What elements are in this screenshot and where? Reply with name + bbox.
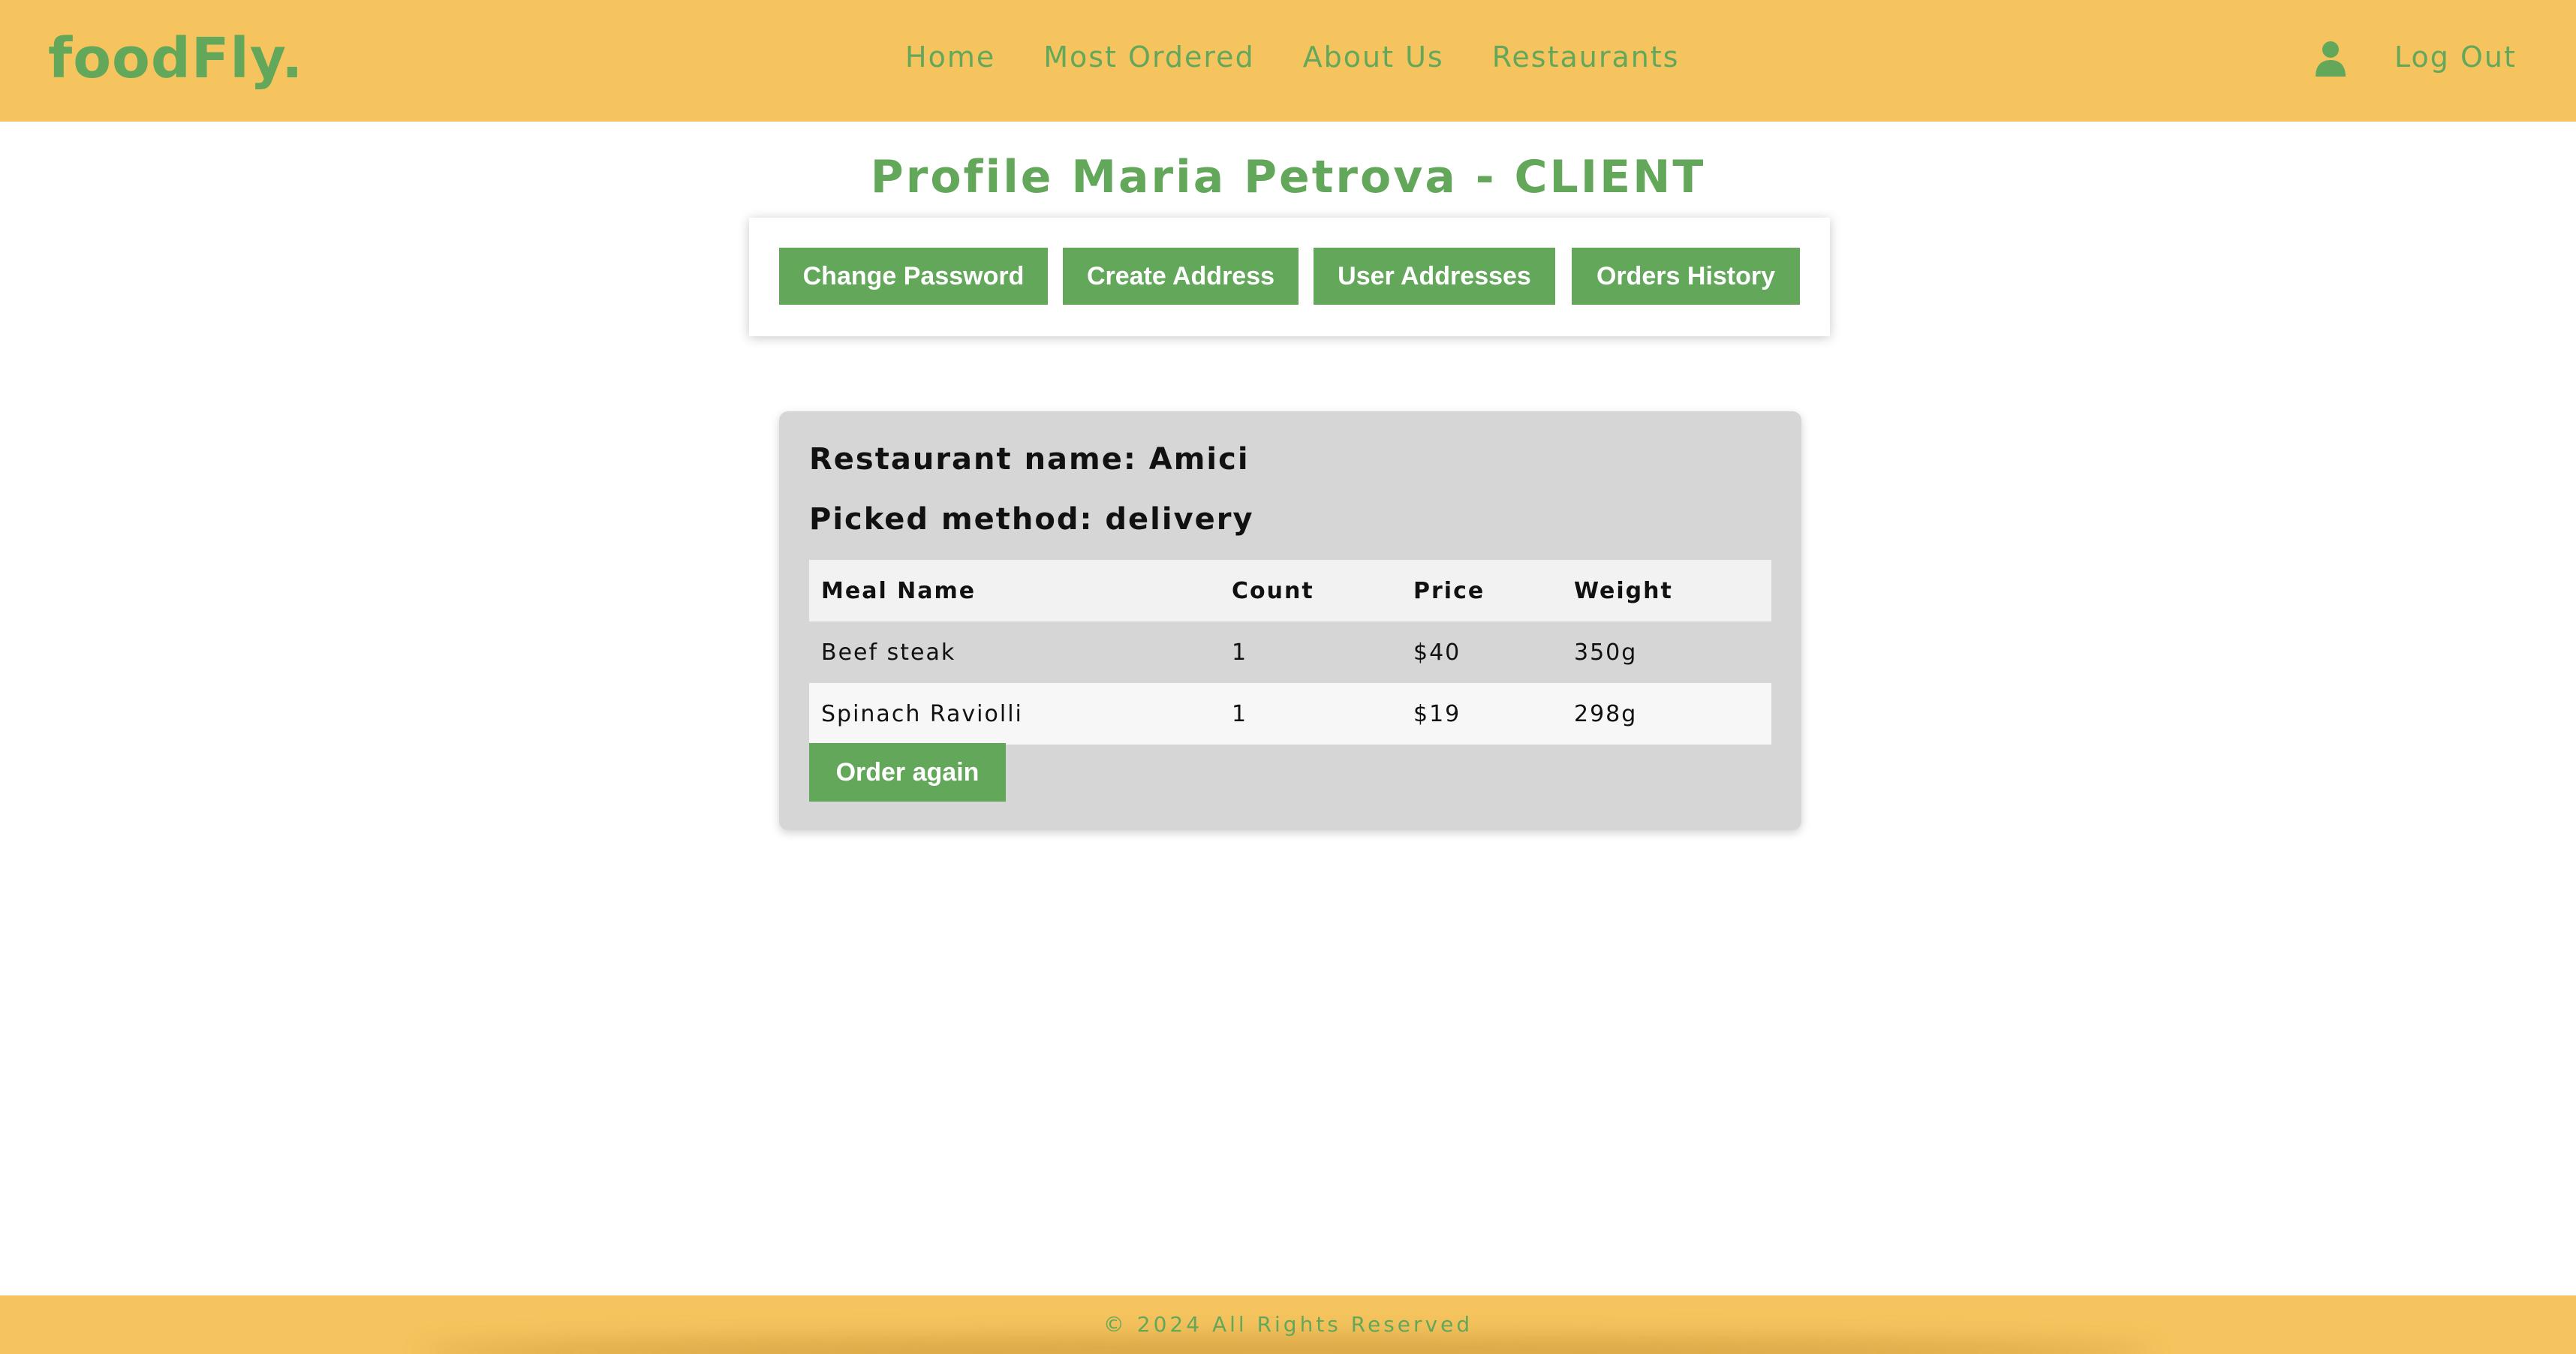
column-header-count: Count [1220,560,1401,621]
change-password-button[interactable]: Change Password [779,248,1048,305]
page-title: Profile Maria Petrova - CLIENT [870,151,1706,203]
table-header-row: Meal Name Count Price Weight [809,560,1771,621]
nav-link-restaurants[interactable]: Restaurants [1492,41,1680,74]
user-icon[interactable] [2315,41,2346,77]
column-header-meal-name: Meal Name [809,560,1220,621]
copyright-text: © 2024 All Rights Reserved [1103,1312,1473,1337]
top-navbar: foodFly. Home Most Ordered About Us Rest… [0,0,2576,122]
count-cell: 1 [1220,683,1401,745]
column-header-weight: Weight [1562,560,1771,621]
main-nav: Home Most Ordered About Us Restaurants [905,36,1680,78]
column-header-price: Price [1401,560,1562,621]
orders-history-button[interactable]: Orders History [1572,248,1800,305]
meal-name-cell: Spinach Raviolli [809,683,1220,745]
nav-link-about-us[interactable]: About Us [1303,41,1444,74]
table-row: Beef steak 1 $40 350g [809,621,1771,683]
price-cell: $19 [1401,683,1562,745]
order-card: Restaurant name: Amici Picked method: de… [779,411,1801,830]
meal-table: Meal Name Count Price Weight Beef steak … [809,560,1771,745]
price-cell: $40 [1401,621,1562,683]
table-row: Spinach Raviolli 1 $19 298g [809,683,1771,745]
logout-link[interactable]: Log Out [2394,36,2517,78]
picked-method: Picked method: delivery [809,502,1254,537]
nav-link-most-ordered[interactable]: Most Ordered [1043,41,1254,74]
weight-cell: 350g [1562,621,1771,683]
create-address-button[interactable]: Create Address [1063,248,1299,305]
nav-link-home[interactable]: Home [905,41,995,74]
user-addresses-button[interactable]: User Addresses [1314,248,1555,305]
meal-name-cell: Beef steak [809,621,1220,683]
foodfly-logo[interactable]: foodFly. [48,23,303,95]
restaurant-name: Restaurant name: Amici [809,442,1250,477]
page-footer: © 2024 All Rights Reserved [0,1295,2576,1354]
profile-actions-panel: Change Password Create Address User Addr… [749,218,1830,336]
count-cell: 1 [1220,621,1401,683]
order-again-button[interactable]: Order again [809,743,1006,802]
weight-cell: 298g [1562,683,1771,745]
